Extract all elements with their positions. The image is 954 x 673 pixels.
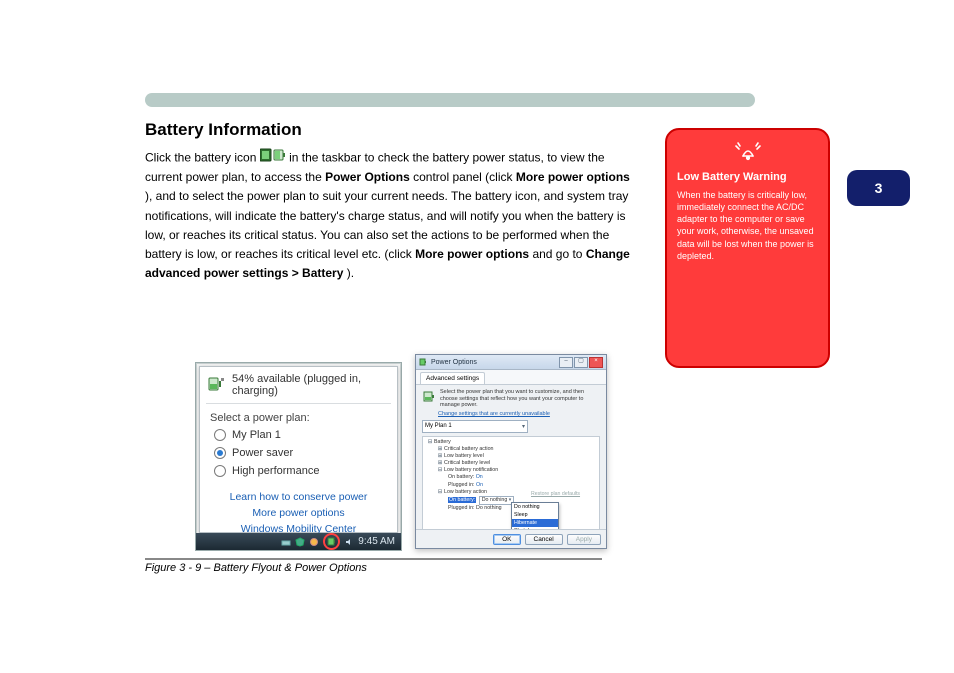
link-change-unavailable-settings[interactable]: Change settings that are currently unava…	[438, 411, 600, 417]
chevron-down-icon: ▾	[522, 423, 525, 430]
figure-divider	[145, 558, 602, 560]
radio-icon	[214, 447, 226, 459]
minimize-button[interactable]: –	[559, 357, 573, 368]
power-options-icon	[419, 357, 428, 368]
tree-battery: Battery	[434, 439, 451, 445]
dialog-intro-text: Select the power plan that you want to c…	[440, 389, 600, 409]
tree-on-battery-2-dropdown[interactable]: Do nothing ▾	[479, 496, 515, 505]
tree-low-action: Low battery action	[444, 489, 487, 495]
flyout-popup: 54% available (plugged in, charging) Sel…	[199, 366, 398, 533]
taskbar: 9:45 AM	[196, 533, 401, 550]
tree-low-notification: Low battery notification	[444, 467, 498, 473]
cancel-button[interactable]: Cancel	[525, 534, 563, 545]
dropdown-option[interactable]: Hibernate	[512, 519, 558, 527]
more-power-options-term: More power options	[516, 170, 630, 184]
text-fragment: control panel (click	[413, 170, 516, 184]
apply-button[interactable]: Apply	[567, 534, 601, 545]
tree-plugged-in-2: Plugged in:	[448, 505, 475, 511]
tree-plugged-in-val[interactable]: On	[476, 482, 483, 488]
maximize-button[interactable]: ▢	[574, 357, 588, 368]
flyout-select-label: Select a power plan:	[200, 404, 397, 426]
close-button[interactable]: ×	[589, 357, 603, 368]
plan-label: Power saver	[232, 447, 293, 459]
plan-label: High performance	[232, 465, 319, 477]
tree-plugged-in: Plugged in:	[448, 482, 475, 488]
radio-icon	[214, 429, 226, 441]
plan-option-power-saver[interactable]: Power saver	[200, 444, 397, 462]
page-chapter-tab: 3	[847, 170, 910, 206]
tree-critical-level: Critical battery level	[444, 460, 490, 466]
tree-critical-action: Critical battery action	[444, 446, 493, 452]
dropdown-option[interactable]: Sleep	[512, 511, 558, 519]
flyout-status: 54% available (plugged in, charging)	[232, 373, 389, 397]
plan-option-my-plan-1[interactable]: My Plan 1	[200, 426, 397, 444]
battery-tray-icon	[260, 148, 286, 168]
dialog-title: Power Options	[431, 359, 477, 366]
power-options-term: Power Options	[325, 170, 410, 184]
tree-on-battery-val[interactable]: On	[476, 474, 483, 480]
body-paragraph: Click the battery icon in the taskbar to…	[145, 148, 635, 293]
tree-low-level: Low battery level	[444, 453, 484, 459]
tray-battery-highlight	[323, 533, 340, 550]
figure-battery-flyout: 54% available (plugged in, charging) Sel…	[195, 362, 402, 551]
tray-volume-icon[interactable]	[344, 537, 354, 547]
power-plan-combo[interactable]: My Plan 1 ▾	[422, 420, 528, 433]
more-power-options-term: More power options	[415, 247, 529, 261]
battery-icon	[208, 375, 226, 396]
combo-value: My Plan 1	[425, 423, 452, 429]
warning-title: Low Battery Warning	[677, 171, 818, 183]
tree-on-battery: On battery:	[448, 474, 474, 480]
alarm-icon	[677, 140, 818, 167]
text-fragment: and go to	[532, 247, 585, 261]
tree-on-battery-2: On battery:	[448, 497, 476, 503]
tab-advanced-settings[interactable]: Advanced settings	[420, 372, 485, 384]
taskbar-clock[interactable]: 9:45 AM	[358, 536, 395, 547]
dropdown-option[interactable]: Do nothing	[512, 503, 558, 511]
power-plan-icon	[422, 389, 436, 406]
radio-icon	[214, 465, 226, 477]
link-restore-defaults[interactable]: Restore plan defaults	[531, 491, 580, 497]
warning-card: Low Battery Warning When the battery is …	[665, 128, 830, 368]
tray-network-icon[interactable]	[281, 537, 291, 547]
tray-shield-icon[interactable]	[295, 537, 305, 547]
text-fragment: ).	[347, 266, 354, 280]
section-title: Battery Information	[145, 120, 302, 140]
tray-updates-icon[interactable]	[309, 537, 319, 547]
tree-plugged-in-2-val: Do nothing	[476, 505, 502, 511]
plan-option-high-performance[interactable]: High performance	[200, 462, 397, 480]
warning-body: When the battery is critically low, imme…	[677, 189, 818, 262]
section-header-bar	[145, 93, 755, 107]
link-more-power-options[interactable]: More power options	[200, 506, 397, 522]
ok-button[interactable]: OK	[493, 534, 520, 545]
text-fragment: Click the battery icon	[145, 150, 260, 164]
figure-caption: Figure 3 - 9 – Battery Flyout & Power Op…	[145, 562, 367, 574]
link-learn-conserve[interactable]: Learn how to conserve power	[200, 490, 397, 506]
plan-label: My Plan 1	[232, 429, 281, 441]
figure-power-options-dialog: Power Options – ▢ × Advanced settings Se…	[415, 354, 607, 549]
